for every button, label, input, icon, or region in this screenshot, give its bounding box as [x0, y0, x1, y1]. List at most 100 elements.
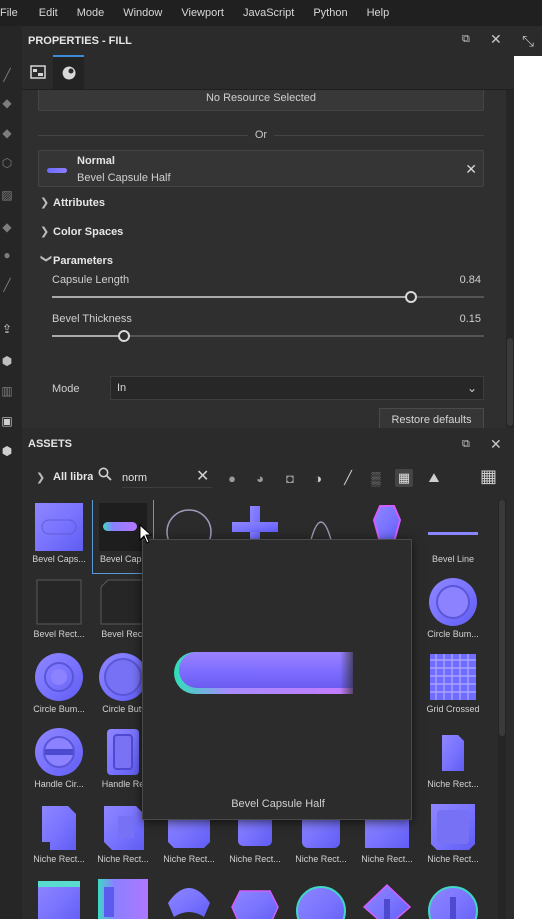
asset-tile[interactable]	[159, 875, 219, 919]
asset-tile[interactable]	[291, 875, 351, 919]
menu-viewport[interactable]: Viewport	[181, 7, 224, 19]
chevron-down-icon: ❯	[40, 254, 52, 264]
asset-label: Niche Rect...	[97, 854, 149, 864]
clone-icon[interactable]: ◆	[0, 220, 14, 234]
menu-python[interactable]: Python	[313, 7, 347, 19]
mode-value: In	[117, 382, 127, 394]
asset-label: Circle Bum...	[33, 704, 85, 714]
asset-tile[interactable]: Niche Rect...	[423, 725, 483, 798]
geometry-fill-icon[interactable]: ⬡	[0, 156, 14, 170]
filter-material-icon[interactable]: ●	[223, 469, 241, 487]
texture-set-icon	[29, 65, 46, 79]
asset-label: Bevel Caps...	[32, 554, 86, 564]
menu-mode[interactable]: Mode	[77, 7, 105, 19]
asset-preview-tooltip: Bevel Capsule Half	[142, 539, 412, 820]
mode-select[interactable]: In ⌄	[110, 376, 484, 400]
properties-header: PROPERTIES - FILL ⧉ ✕	[22, 26, 514, 56]
asset-thumbnail	[296, 886, 346, 919]
resource-name: Bevel Capsule Half	[77, 172, 171, 184]
asset-tile[interactable]	[225, 875, 285, 919]
resource-slot[interactable]: No Resource Selected	[38, 90, 484, 111]
asset-tile[interactable]: Niche Rect...	[423, 800, 483, 873]
asset-label: Niche Rect...	[361, 854, 413, 864]
picker-icon[interactable]: ╱	[0, 278, 14, 292]
clear-search-icon[interactable]: ✕	[196, 466, 209, 486]
asset-tile[interactable]: Bevel Line	[423, 500, 483, 573]
bake-icon[interactable]: ⇪	[0, 322, 14, 336]
remove-resource-icon[interactable]: ✕	[465, 161, 477, 178]
projection-icon[interactable]: ◆	[0, 126, 14, 140]
asset-tile[interactable]: Handle Cir...	[29, 725, 89, 798]
menu-window[interactable]: Window	[123, 7, 162, 19]
selected-resource[interactable]: Normal Bevel Capsule Half ✕	[38, 150, 484, 187]
material-ball-icon	[61, 66, 75, 80]
camera-icon[interactable]: ▣	[0, 414, 14, 428]
transform-icon[interactable]: ⤡	[514, 26, 542, 56]
filter-environment-icon[interactable]: ⛰	[425, 469, 443, 487]
tab-material[interactable]	[53, 55, 84, 89]
menu-javascript[interactable]: JavaScript	[243, 7, 294, 19]
menu-file[interactable]: File	[0, 7, 18, 19]
eraser-icon[interactable]: ◆	[0, 96, 14, 110]
grid-view-icon[interactable]: ▦	[480, 466, 497, 487]
chevron-right-icon[interactable]: ❯	[36, 471, 45, 484]
menu-bar: File Edit Mode Window Viewport JavaScrip…	[0, 0, 542, 26]
layers-icon[interactable]: ▥	[0, 384, 14, 398]
bevel-thickness-slider[interactable]	[52, 330, 484, 342]
close-icon[interactable]: ✕	[490, 31, 502, 48]
section-parameters[interactable]: ❯ Parameters	[40, 254, 113, 267]
restore-defaults-button[interactable]: Restore defaults	[379, 408, 484, 428]
slider-handle[interactable]	[405, 291, 417, 303]
section-color-spaces[interactable]: ❯ Color Spaces	[40, 225, 123, 239]
asset-thumbnail	[429, 578, 477, 626]
undock-icon[interactable]: ⧉	[462, 438, 470, 451]
asset-thumbnail	[362, 883, 412, 919]
asset-tile[interactable]	[29, 875, 89, 919]
asset-tile[interactable]: Circle Bum...	[423, 575, 483, 648]
chevron-right-icon: ❯	[40, 226, 50, 238]
slider-handle[interactable]	[118, 330, 130, 342]
filter-smart-material-icon[interactable]: ◕	[251, 469, 269, 487]
menu-edit[interactable]: Edit	[39, 7, 58, 19]
filter-procedural-icon[interactable]: ▒	[367, 469, 385, 487]
properties-scrollbar[interactable]	[506, 90, 514, 428]
section-attributes-label: Attributes	[53, 196, 105, 209]
resource-thumbnail	[47, 168, 67, 173]
asset-thumbnail	[168, 888, 210, 917]
library-selector[interactable]: All libraries	[53, 471, 93, 483]
capsule-length-slider[interactable]	[52, 291, 484, 303]
asset-tile[interactable]: Grid Crossed	[423, 650, 483, 723]
asset-tile[interactable]: Niche Rect...	[29, 800, 89, 873]
properties-body: No Resource Selected Or Normal Bevel Cap…	[22, 90, 514, 428]
asset-tile[interactable]	[357, 875, 417, 919]
capsule-length-value[interactable]: 0.84	[460, 274, 481, 286]
filter-texture-icon[interactable]: ▦	[395, 469, 413, 487]
or-label: Or	[254, 129, 268, 141]
undock-icon[interactable]: ⧉	[462, 33, 470, 46]
assets-toolbar: ❯ All libraries ✕ ● ◕ ◘ ◑ ╱ ▒ ▦ ⛰ ▦	[22, 460, 514, 496]
cube-icon[interactable]: ⬢	[0, 354, 14, 368]
filter-generator-icon[interactable]: ◑	[309, 469, 327, 487]
asset-tile[interactable]: Circle Bum...	[29, 650, 89, 723]
asset-thumbnail	[98, 879, 148, 919]
tab-texture-set[interactable]	[22, 55, 53, 89]
asset-label: Grid Crossed	[426, 704, 480, 714]
asset-thumbnail	[100, 579, 146, 625]
brush-icon[interactable]: ╱	[0, 68, 14, 82]
filter-brush-icon[interactable]: ╱	[339, 469, 357, 487]
menu-help[interactable]: Help	[367, 7, 390, 19]
box-icon[interactable]: ⬢	[0, 444, 14, 458]
panel-title: PROPERTIES - FILL	[28, 35, 132, 47]
section-attributes[interactable]: ❯ Attributes	[40, 196, 105, 210]
bevel-thickness-value[interactable]: 0.15	[460, 313, 481, 325]
smudge-icon[interactable]: ▨	[0, 188, 14, 202]
asset-thumbnail	[428, 532, 478, 535]
user-icon[interactable]: ●	[0, 248, 14, 262]
asset-tile[interactable]: Bevel Caps...	[29, 500, 89, 573]
asset-tile[interactable]	[423, 875, 483, 919]
filter-mask-icon[interactable]: ◘	[281, 469, 299, 487]
asset-tile[interactable]	[93, 875, 153, 919]
asset-tile[interactable]: Bevel Rect...	[29, 575, 89, 648]
assets-scrollbar[interactable]	[498, 500, 506, 919]
close-icon[interactable]: ✕	[490, 436, 502, 453]
